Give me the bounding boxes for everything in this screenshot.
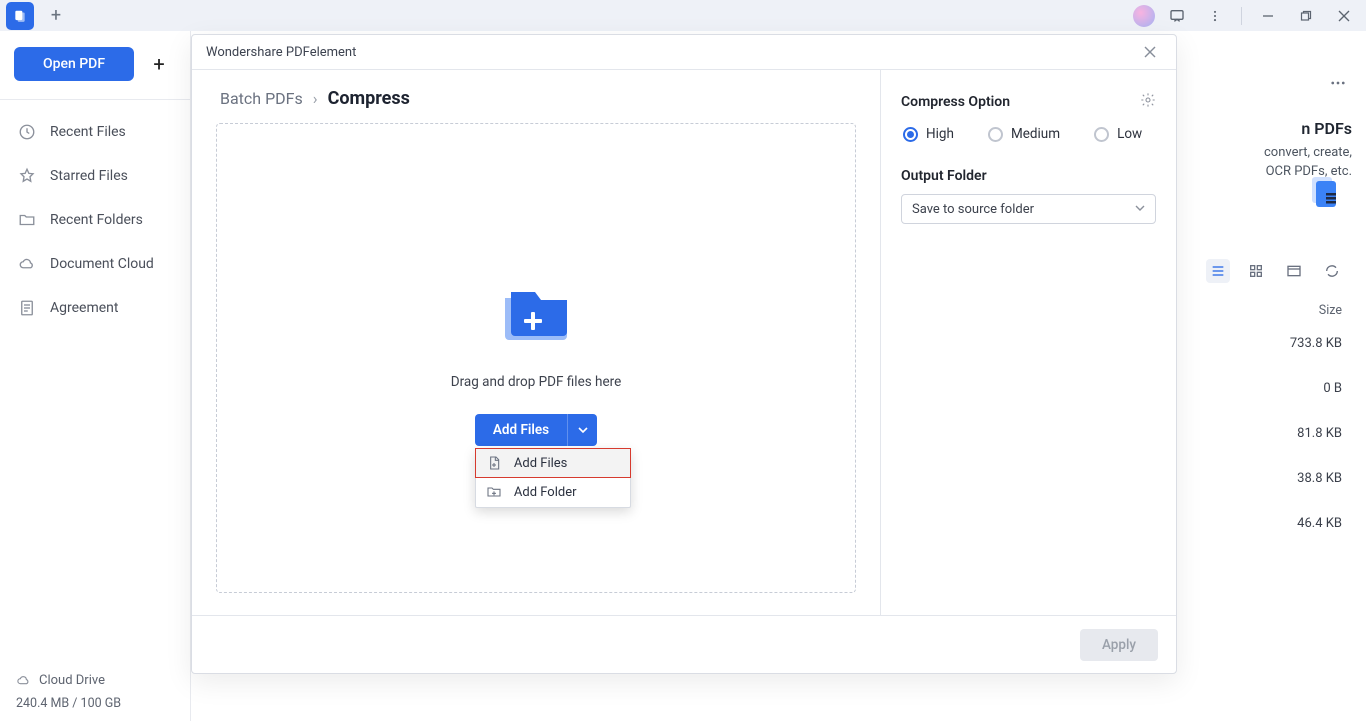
storage-label: 240.4 MB / 100 GB [16, 696, 174, 711]
view-grid-button[interactable] [1244, 259, 1268, 283]
sidebar-item-label: Document Cloud [50, 256, 154, 272]
cloud-drive-row[interactable]: Cloud Drive [16, 673, 174, 688]
folder-icon [18, 211, 36, 229]
kebab-menu-icon[interactable] [1199, 2, 1231, 30]
content-more-icon[interactable] [1324, 69, 1352, 97]
radio-high[interactable]: High [903, 126, 954, 142]
file-add-icon [486, 455, 502, 471]
folder-add-icon [486, 484, 502, 500]
chevron-down-icon [578, 425, 588, 435]
refresh-button[interactable] [1320, 259, 1344, 283]
dropzone-text: Drag and drop PDF files here [451, 374, 622, 390]
open-pdf-button[interactable]: Open PDF [14, 47, 134, 81]
output-folder-select[interactable]: Save to source folder [901, 194, 1156, 224]
view-list-button[interactable] [1206, 259, 1230, 283]
minimize-button[interactable] [1252, 2, 1284, 30]
breadcrumb-current: Compress [328, 88, 410, 109]
add-files-dropdown: Add Files Add Folder [475, 448, 631, 508]
breadcrumb-root[interactable]: Batch PDFs [220, 89, 303, 108]
sidebar-item-recent-folders[interactable]: Recent Folders [12, 198, 178, 242]
document-icon [18, 299, 36, 317]
promo-doc-icon [1306, 173, 1342, 213]
file-size: 0 B [1290, 381, 1342, 396]
feedback-icon[interactable] [1161, 2, 1193, 30]
clock-icon [18, 123, 36, 141]
maximize-button[interactable] [1290, 2, 1322, 30]
options-title: Compress Option [901, 94, 1010, 110]
apply-button[interactable]: Apply [1080, 629, 1158, 661]
new-tab-button[interactable]: + [42, 2, 70, 30]
sidebar-item-label: Starred Files [50, 168, 128, 184]
column-header-size: Size [1319, 303, 1342, 318]
app-logo [6, 2, 34, 30]
breadcrumb: Batch PDFs › Compress [216, 88, 856, 109]
add-files-caret-button[interactable] [567, 414, 597, 446]
radio-medium[interactable]: Medium [988, 126, 1060, 142]
promo-card: n PDFs convert, create, OCR PDFs, etc. [1182, 119, 1352, 182]
sidebar-item-starred-files[interactable]: Starred Files [12, 154, 178, 198]
cloud-icon [16, 673, 31, 688]
sidebar-item-label: Agreement [50, 300, 118, 316]
close-icon[interactable] [1138, 40, 1162, 64]
batch-compress-dialog: Wondershare PDFelement Batch PDFs › Comp… [191, 34, 1177, 674]
radio-low[interactable]: Low [1094, 126, 1142, 142]
file-size: 81.8 KB [1290, 426, 1342, 441]
star-icon [18, 167, 36, 185]
avatar[interactable] [1133, 5, 1155, 27]
sidebar-item-agreement[interactable]: Agreement [12, 286, 178, 330]
cloud-icon [18, 255, 36, 273]
add-files-button[interactable]: Add Files [475, 414, 567, 446]
menu-item-add-folder[interactable]: Add Folder [476, 477, 630, 507]
open-pdf-plus-button[interactable]: + [142, 47, 176, 81]
sidebar-item-recent-files[interactable]: Recent Files [12, 110, 178, 154]
folder-add-icon [501, 284, 571, 346]
file-size: 46.4 KB [1290, 516, 1342, 531]
menu-item-add-files[interactable]: Add Files [475, 448, 631, 478]
sidebar-item-document-cloud[interactable]: Document Cloud [12, 242, 178, 286]
view-panel-button[interactable] [1282, 259, 1306, 283]
close-window-button[interactable] [1328, 2, 1360, 30]
file-size: 38.8 KB [1290, 471, 1342, 486]
dialog-title: Wondershare PDFelement [206, 45, 356, 60]
chevron-down-icon [1135, 202, 1145, 217]
gear-icon[interactable] [1140, 92, 1156, 112]
file-size: 733.8 KB [1290, 336, 1342, 351]
sidebar-item-label: Recent Folders [50, 212, 143, 228]
sidebar-item-label: Recent Files [50, 124, 126, 140]
sidebar: Open PDF + Recent Files Starred Files Re… [0, 31, 191, 721]
titlebar: + [0, 0, 1366, 31]
output-folder-label: Output Folder [901, 168, 1156, 184]
chevron-right-icon: › [313, 89, 318, 108]
dropzone[interactable]: Drag and drop PDF files here Add Files A… [216, 123, 856, 593]
